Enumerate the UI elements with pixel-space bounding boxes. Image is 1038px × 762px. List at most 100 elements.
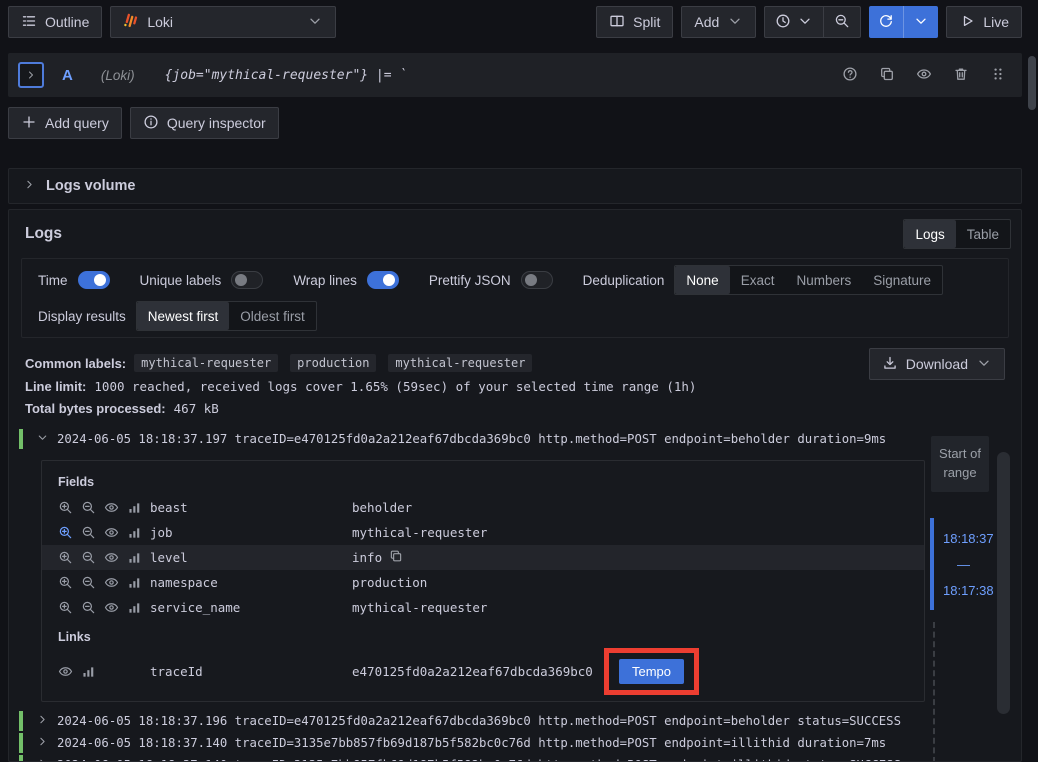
eye-icon[interactable] bbox=[58, 664, 73, 679]
page-scrollbar-thumb[interactable] bbox=[1028, 56, 1036, 110]
display-results-options: Newest first Oldest first bbox=[136, 301, 317, 331]
filter-out-icon[interactable] bbox=[81, 550, 96, 565]
filter-for-icon[interactable] bbox=[58, 500, 73, 515]
chevron-right-icon bbox=[23, 178, 36, 194]
log-row[interactable]: 2024-06-05 18:18:37.140 traceID=3135e7bb… bbox=[19, 732, 1021, 754]
eye-icon[interactable] bbox=[104, 500, 119, 515]
dedup-option-signature[interactable]: Signature bbox=[862, 266, 942, 294]
switch-knob bbox=[525, 274, 537, 286]
stats-icon[interactable] bbox=[127, 525, 142, 540]
field-actions bbox=[58, 575, 150, 590]
field-key: service_name bbox=[150, 600, 352, 615]
dedup-option-exact[interactable]: Exact bbox=[730, 266, 786, 294]
copy-value-icon[interactable] bbox=[389, 549, 403, 566]
split-icon bbox=[609, 13, 625, 32]
log-row[interactable]: 2024-06-05 18:18:37.196 traceID=e470125f… bbox=[19, 710, 1021, 732]
toolbar-right: Split Add bbox=[596, 6, 1022, 38]
eye-icon[interactable] bbox=[104, 575, 119, 590]
display-option-newest[interactable]: Newest first bbox=[137, 302, 230, 330]
unique-labels-toggle-switch[interactable] bbox=[231, 271, 263, 289]
refresh-button-group bbox=[869, 6, 938, 38]
prettify-json-toggle-switch[interactable] bbox=[521, 271, 553, 289]
filter-for-icon[interactable] bbox=[58, 550, 73, 565]
split-button[interactable]: Split bbox=[596, 6, 673, 38]
common-label-chip: mythical-requester bbox=[388, 354, 532, 372]
query-expand-button[interactable] bbox=[18, 62, 44, 88]
logs-scrollbar-thumb[interactable] bbox=[997, 452, 1010, 714]
log-level-indicator bbox=[19, 711, 23, 731]
log-level-indicator bbox=[19, 733, 23, 753]
filter-out-icon[interactable] bbox=[81, 500, 96, 515]
query-ref-id: A bbox=[62, 67, 73, 84]
common-labels-label: Common labels: bbox=[25, 356, 126, 371]
field-actions bbox=[58, 500, 150, 515]
eye-icon[interactable] bbox=[104, 550, 119, 565]
query-copy-icon[interactable] bbox=[879, 66, 895, 85]
view-option-table[interactable]: Table bbox=[956, 220, 1010, 248]
stats-icon[interactable] bbox=[127, 575, 142, 590]
plus-icon bbox=[21, 114, 37, 133]
dedup-option-numbers[interactable]: Numbers bbox=[785, 266, 862, 294]
outline-button[interactable]: Outline bbox=[8, 6, 102, 38]
field-row: service_name mythical-requester bbox=[42, 595, 924, 620]
range-dashed-line bbox=[933, 622, 935, 762]
chevron-right-icon bbox=[36, 757, 49, 762]
log-row[interactable]: 2024-06-05 18:18:37.197 traceID=e470125f… bbox=[19, 428, 1021, 450]
query-inspector-button[interactable]: Query inspector bbox=[130, 107, 279, 139]
switch-knob bbox=[94, 274, 106, 286]
link-value: e470125fd0a2a212eaf67dbcda369bc0 bbox=[352, 664, 604, 679]
eye-icon[interactable] bbox=[104, 600, 119, 615]
log-detail: Fields beast beholder bbox=[41, 460, 925, 702]
link-row: traceId e470125fd0a2a212eaf67dbcda369bc0… bbox=[42, 648, 924, 695]
zoom-out-time-button[interactable] bbox=[823, 7, 860, 37]
view-option-logs[interactable]: Logs bbox=[904, 220, 955, 248]
log-row[interactable]: 2024-06-05 18:18:37.140 traceID=3135e7bb… bbox=[19, 754, 1021, 762]
download-button[interactable]: Download bbox=[869, 348, 1005, 380]
eye-icon[interactable] bbox=[104, 525, 119, 540]
logs-volume-panel[interactable]: Logs volume bbox=[8, 168, 1022, 204]
wrap-lines-toggle-switch[interactable] bbox=[367, 271, 399, 289]
field-value: mythical-requester bbox=[352, 525, 487, 540]
datasource-picker[interactable]: Loki bbox=[110, 6, 336, 38]
refresh-button[interactable] bbox=[869, 6, 903, 38]
info-circle-icon bbox=[143, 114, 159, 133]
query-help-icon[interactable] bbox=[842, 66, 858, 85]
refresh-interval-button[interactable] bbox=[903, 6, 938, 38]
filter-for-icon-active[interactable] bbox=[58, 525, 73, 540]
stats-icon[interactable] bbox=[127, 500, 142, 515]
query-expression[interactable]: {job="mythical-requester"} |= ` bbox=[165, 68, 408, 83]
total-bytes-label: Total bytes processed: bbox=[25, 401, 166, 416]
display-option-oldest[interactable]: Oldest first bbox=[229, 302, 316, 330]
add-label: Add bbox=[694, 14, 719, 30]
filter-out-icon[interactable] bbox=[81, 600, 96, 615]
dedup-option-none[interactable]: None bbox=[675, 266, 729, 294]
field-key: job bbox=[150, 525, 352, 540]
logs-volume-title: Logs volume bbox=[46, 178, 135, 194]
filter-for-icon[interactable] bbox=[58, 600, 73, 615]
field-key: level bbox=[150, 550, 352, 565]
tempo-link-button[interactable]: Tempo bbox=[619, 659, 684, 684]
add-button[interactable]: Add bbox=[681, 6, 756, 38]
line-limit-line: Line limit: 1000 reached, received logs … bbox=[25, 379, 1005, 394]
filter-out-icon[interactable] bbox=[81, 525, 96, 540]
chevron-right-icon bbox=[36, 735, 49, 751]
log-range-times: 18:18:37 — 18:17:38 bbox=[930, 518, 994, 610]
logs-panel: Logs Logs Table Time Unique labels Wrap … bbox=[8, 209, 1022, 762]
query-inspector-label: Query inspector bbox=[167, 115, 266, 131]
logs-options: Time Unique labels Wrap lines Prettify J… bbox=[21, 258, 1009, 338]
query-visibility-icon[interactable] bbox=[916, 66, 932, 85]
stats-icon[interactable] bbox=[81, 664, 96, 679]
start-of-range-button[interactable]: Start of range bbox=[931, 436, 989, 492]
add-query-button[interactable]: Add query bbox=[8, 107, 122, 139]
line-limit-label: Line limit: bbox=[25, 379, 86, 394]
stats-icon[interactable] bbox=[127, 600, 142, 615]
download-label: Download bbox=[906, 356, 968, 372]
time-toggle-switch[interactable] bbox=[78, 271, 110, 289]
stats-icon[interactable] bbox=[127, 550, 142, 565]
query-remove-icon[interactable] bbox=[953, 66, 969, 85]
time-picker-button[interactable] bbox=[765, 7, 823, 37]
live-button[interactable]: Live bbox=[946, 6, 1022, 38]
filter-for-icon[interactable] bbox=[58, 575, 73, 590]
filter-out-icon[interactable] bbox=[81, 575, 96, 590]
query-drag-handle-icon[interactable] bbox=[990, 66, 1006, 85]
